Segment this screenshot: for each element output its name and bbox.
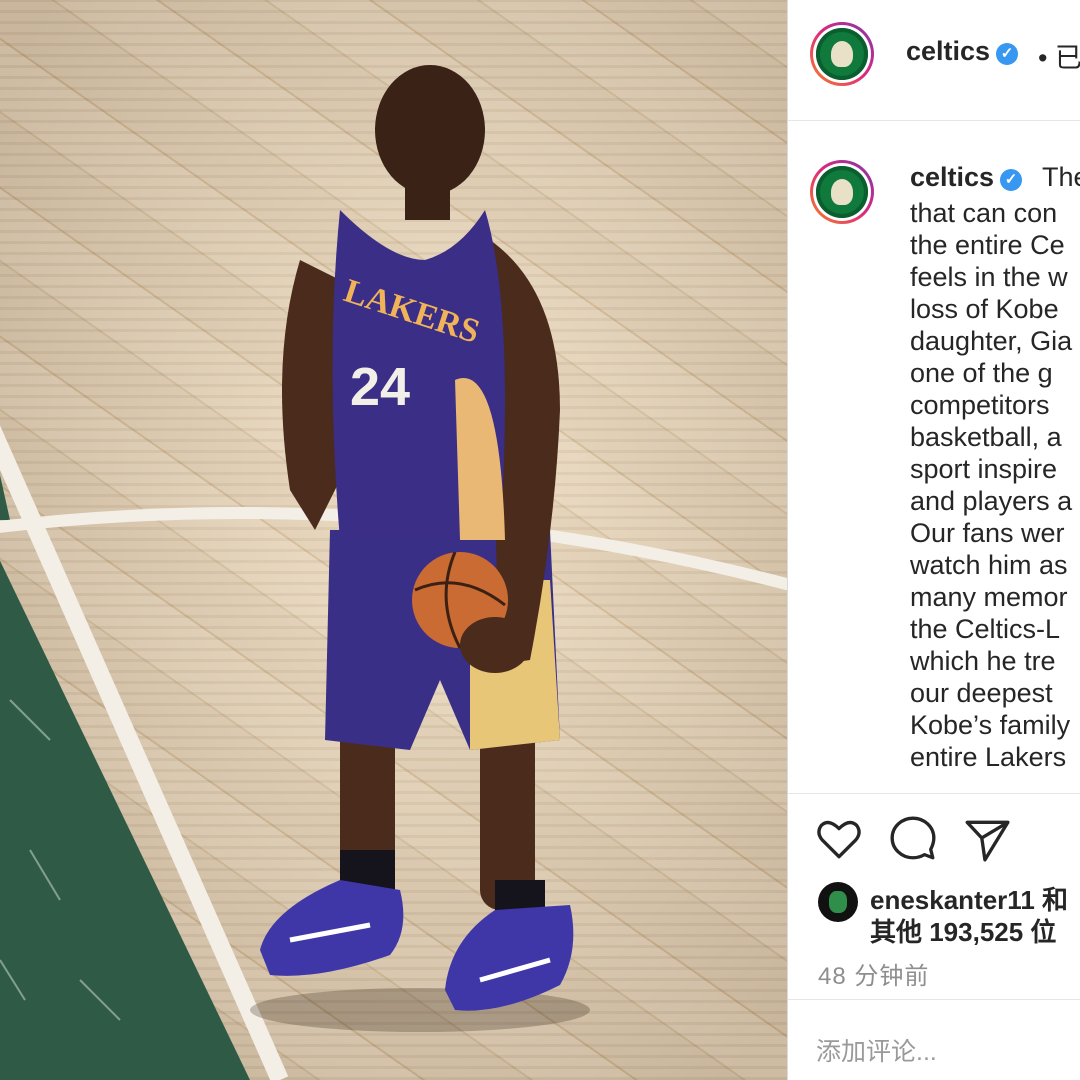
caption-line: our deepest [910, 678, 1053, 708]
caption-line: basketball, a [910, 422, 1062, 452]
like-count[interactable]: 其他 193,525 位 [870, 912, 1056, 949]
post-header: celtics ✓ • 已 [788, 0, 1080, 121]
comment-icon[interactable] [888, 814, 938, 864]
heart-icon[interactable] [814, 814, 864, 864]
caption-line: one of the g [910, 358, 1053, 388]
jersey-number: 24 [350, 357, 410, 417]
post-photo[interactable]: LAKERS 24 [0, 0, 787, 1080]
post-timestamp[interactable]: 48 分钟前 [818, 956, 929, 991]
caption-line: entire Lakers [910, 742, 1067, 772]
caption-line: sport inspire [910, 454, 1058, 484]
comment-input[interactable]: 添加评论... [816, 1032, 937, 1068]
caption-line: that can con [910, 198, 1058, 228]
caption-line: and players a [910, 486, 1073, 516]
share-icon[interactable] [962, 814, 1012, 864]
liker-avatar[interactable] [818, 882, 858, 922]
player-figure: LAKERS 24 [250, 65, 590, 1032]
caption-text: that can con the entire Ce feels in the … [910, 197, 1072, 773]
header-username[interactable]: celtics ✓ [906, 36, 1019, 67]
caption-line: Our fans wer [910, 518, 1065, 548]
post-actions: eneskanter11 和 其他 193,525 位 48 分钟前 添加评论.… [788, 793, 1080, 1080]
caption-line: loss of Kobe [910, 294, 1059, 324]
comment-box: 添加评论... [788, 999, 1080, 1080]
caption-first-word: The [1042, 162, 1080, 192]
caption-line: competitors [910, 390, 1050, 420]
caption-avatar[interactable] [810, 160, 874, 224]
verified-badge-icon: ✓ [1000, 169, 1023, 191]
caption-line: daughter, Gia [910, 326, 1073, 356]
caption-line: watch him as [910, 550, 1068, 580]
caption-line: which he tre [910, 646, 1056, 676]
caption-line: feels in the w [910, 262, 1068, 292]
verified-badge-icon: ✓ [996, 43, 1019, 65]
account-avatar[interactable] [810, 22, 874, 86]
post-sidebar: celtics✓ • 已 celtics✓ The that can con t… [787, 0, 1080, 1080]
caption-line: Kobe’s family [910, 710, 1071, 740]
celtics-logo-icon [816, 28, 868, 80]
caption-line: the Celtics-L [910, 614, 1061, 644]
celtics-logo-icon [816, 166, 868, 218]
caption-username[interactable]: celtics ✓ [910, 162, 1023, 193]
caption-line: many memor [910, 582, 1068, 612]
caption-line: the entire Ce [910, 230, 1065, 260]
follow-status[interactable]: • 已 [1038, 36, 1080, 75]
